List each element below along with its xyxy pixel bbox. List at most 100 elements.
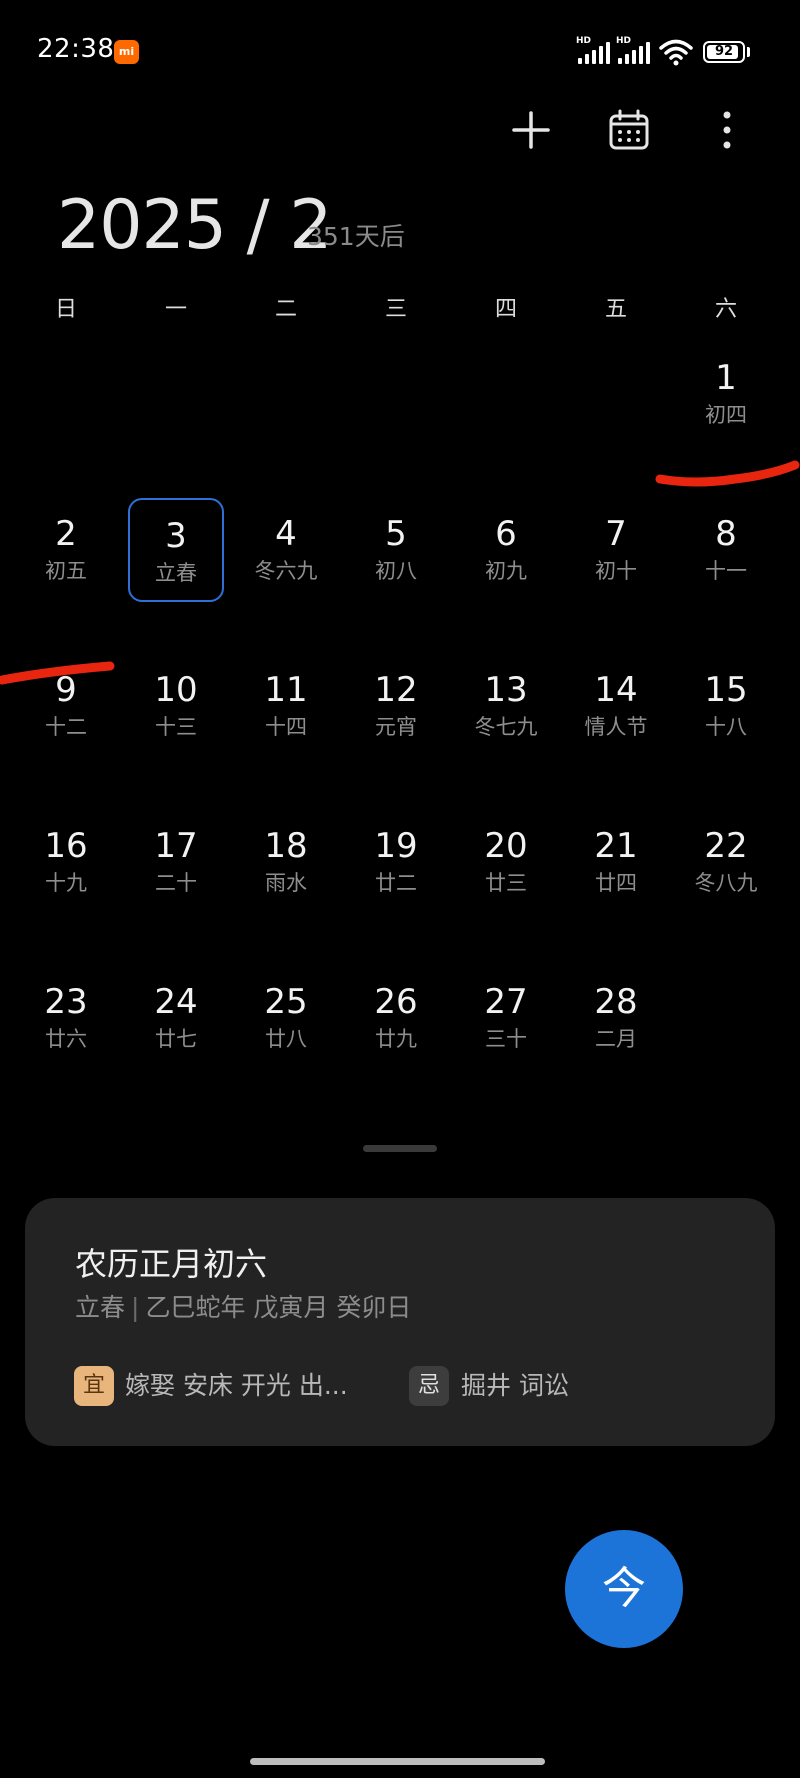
day-number: 4 bbox=[275, 514, 297, 554]
weekday-label: 三 bbox=[384, 297, 407, 322]
day-number: 19 bbox=[374, 826, 418, 866]
day-cell[interactable]: 25 廿八 bbox=[238, 966, 334, 1070]
red-annotation-mark bbox=[655, 460, 800, 487]
day-cell[interactable]: 7 初十 bbox=[568, 498, 664, 602]
lunar-day-label: 初十 bbox=[595, 559, 637, 583]
lunar-day-label: 二月 bbox=[595, 1027, 637, 1051]
day-number: 18 bbox=[264, 826, 308, 866]
day-cell[interactable]: 28 二月 bbox=[568, 966, 664, 1070]
day-cell[interactable]: 16 十九 bbox=[18, 810, 114, 914]
weekday-label: 二 bbox=[274, 297, 297, 322]
day-number: 17 bbox=[154, 826, 198, 866]
battery-tip bbox=[747, 47, 750, 57]
day-cell[interactable]: 18 雨水 bbox=[238, 810, 334, 914]
lunar-info-card[interactable]: 农历正月初六 立春 | 乙巳蛇年 戊寅月 癸卯日 宜 嫁娶 安床 开光 出... 忌… bbox=[25, 1198, 775, 1446]
lunar-day-label: 十三 bbox=[155, 715, 197, 739]
day-number: 24 bbox=[154, 982, 198, 1022]
gesture-navigation-bar[interactable] bbox=[250, 1758, 545, 1765]
yi-items: 嫁娶 安床 开光 出... bbox=[125, 1371, 348, 1400]
day-number: 22 bbox=[704, 826, 748, 866]
day-cell[interactable]: 8 十一 bbox=[678, 498, 774, 602]
day-number: 26 bbox=[374, 982, 418, 1022]
day-cell[interactable]: 19 廿二 bbox=[348, 810, 444, 914]
day-cell[interactable]: 10 十三 bbox=[128, 654, 224, 758]
add-event-button[interactable] bbox=[501, 100, 561, 160]
lunar-day-label: 初五 bbox=[45, 559, 87, 583]
day-cell[interactable]: 23 廿六 bbox=[18, 966, 114, 1070]
lunar-day-label: 廿三 bbox=[485, 871, 527, 895]
day-number: 10 bbox=[154, 670, 198, 710]
day-number: 7 bbox=[605, 514, 627, 554]
lunar-day-label: 初八 bbox=[375, 559, 417, 583]
lunar-day-label: 元宵 bbox=[375, 715, 417, 739]
day-cell[interactable]: 27 三十 bbox=[458, 966, 554, 1070]
lunar-day-label: 十一 bbox=[705, 559, 747, 583]
day-cell[interactable]: 20 廿三 bbox=[458, 810, 554, 914]
separator: | bbox=[131, 1293, 140, 1322]
day-cell[interactable]: 24 廿七 bbox=[128, 966, 224, 1070]
lunar-day-label: 廿二 bbox=[375, 871, 417, 895]
more-options-button[interactable] bbox=[697, 100, 757, 160]
lunar-day-label: 廿七 bbox=[155, 1027, 197, 1051]
lunar-day-label: 立春 bbox=[155, 561, 197, 585]
lunar-day-label: 情人节 bbox=[584, 715, 648, 739]
lunar-day-label: 廿九 bbox=[375, 1027, 417, 1051]
lunar-date-title: 农历正月初六 bbox=[75, 1245, 268, 1283]
day-cell[interactable]: 26 廿九 bbox=[348, 966, 444, 1070]
day-cell[interactable]: 17 二十 bbox=[128, 810, 224, 914]
day-cell[interactable]: 2 初五 bbox=[18, 498, 114, 602]
day-number: 13 bbox=[484, 670, 528, 710]
status-bar: 22:38 mi HD HD 92 bbox=[0, 0, 800, 100]
day-cell-selected[interactable]: 3 立春 bbox=[128, 498, 224, 602]
weekday-label: 五 bbox=[604, 297, 627, 322]
today-button[interactable]: 今 bbox=[565, 1530, 683, 1648]
day-cell[interactable]: 15 十八 bbox=[678, 654, 774, 758]
day-cell[interactable]: 13 冬七九 bbox=[458, 654, 554, 758]
weekday-label: 六 bbox=[714, 297, 737, 322]
day-cell[interactable]: 21 廿四 bbox=[568, 810, 664, 914]
day-number: 5 bbox=[385, 514, 407, 554]
day-number: 2 bbox=[55, 514, 77, 554]
go-to-date-button[interactable] bbox=[599, 100, 659, 160]
lunar-day-label: 冬六九 bbox=[254, 559, 318, 583]
status-time: 22:38 bbox=[37, 34, 115, 64]
day-number: 21 bbox=[594, 826, 638, 866]
lunar-day-label: 初四 bbox=[705, 403, 747, 427]
day-cell[interactable]: 6 初九 bbox=[458, 498, 554, 602]
day-number: 27 bbox=[484, 982, 528, 1022]
yi-badge: 宜 bbox=[74, 1366, 114, 1406]
day-cell[interactable]: 1 初四 bbox=[678, 342, 774, 446]
day-number: 20 bbox=[484, 826, 528, 866]
solar-term: 立春 bbox=[75, 1293, 126, 1322]
day-number: 1 bbox=[715, 358, 737, 398]
weekday-label: 一 bbox=[164, 297, 187, 322]
lunar-day-label: 廿八 bbox=[265, 1027, 307, 1051]
red-annotation-mark bbox=[0, 661, 115, 685]
battery-icon: 92 bbox=[703, 41, 745, 63]
month-title[interactable]: 2025 / 2 bbox=[57, 186, 332, 266]
mi-brand-icon: mi bbox=[114, 40, 139, 64]
day-cell[interactable]: 22 冬八九 bbox=[678, 810, 774, 914]
lunar-detail: 立春 | 乙巳蛇年 戊寅月 癸卯日 bbox=[75, 1292, 411, 1324]
day-cell[interactable]: 5 初八 bbox=[348, 498, 444, 602]
lunar-day-label: 十九 bbox=[45, 871, 87, 895]
lunar-day-label: 十八 bbox=[705, 715, 747, 739]
weekday-label: 日 bbox=[54, 297, 77, 322]
lunar-day-label: 雨水 bbox=[265, 871, 307, 895]
day-number: 16 bbox=[44, 826, 88, 866]
cellular-signal-icon: HD bbox=[576, 36, 612, 64]
lunar-day-label: 冬七九 bbox=[474, 715, 538, 739]
lunar-day-label: 十四 bbox=[265, 715, 307, 739]
day-number: 3 bbox=[165, 516, 187, 556]
day-cell[interactable]: 4 冬六九 bbox=[238, 498, 334, 602]
day-cell[interactable]: 11 十四 bbox=[238, 654, 334, 758]
day-number: 8 bbox=[715, 514, 737, 554]
drag-handle[interactable] bbox=[363, 1145, 437, 1152]
lunar-day-label: 三十 bbox=[485, 1027, 527, 1051]
day-number: 14 bbox=[594, 670, 638, 710]
day-number: 23 bbox=[44, 982, 88, 1022]
ganzhi-text: 乙巳蛇年 戊寅月 癸卯日 bbox=[145, 1293, 412, 1322]
day-number: 6 bbox=[495, 514, 517, 554]
day-cell[interactable]: 12 元宵 bbox=[348, 654, 444, 758]
day-cell[interactable]: 14 情人节 bbox=[568, 654, 664, 758]
